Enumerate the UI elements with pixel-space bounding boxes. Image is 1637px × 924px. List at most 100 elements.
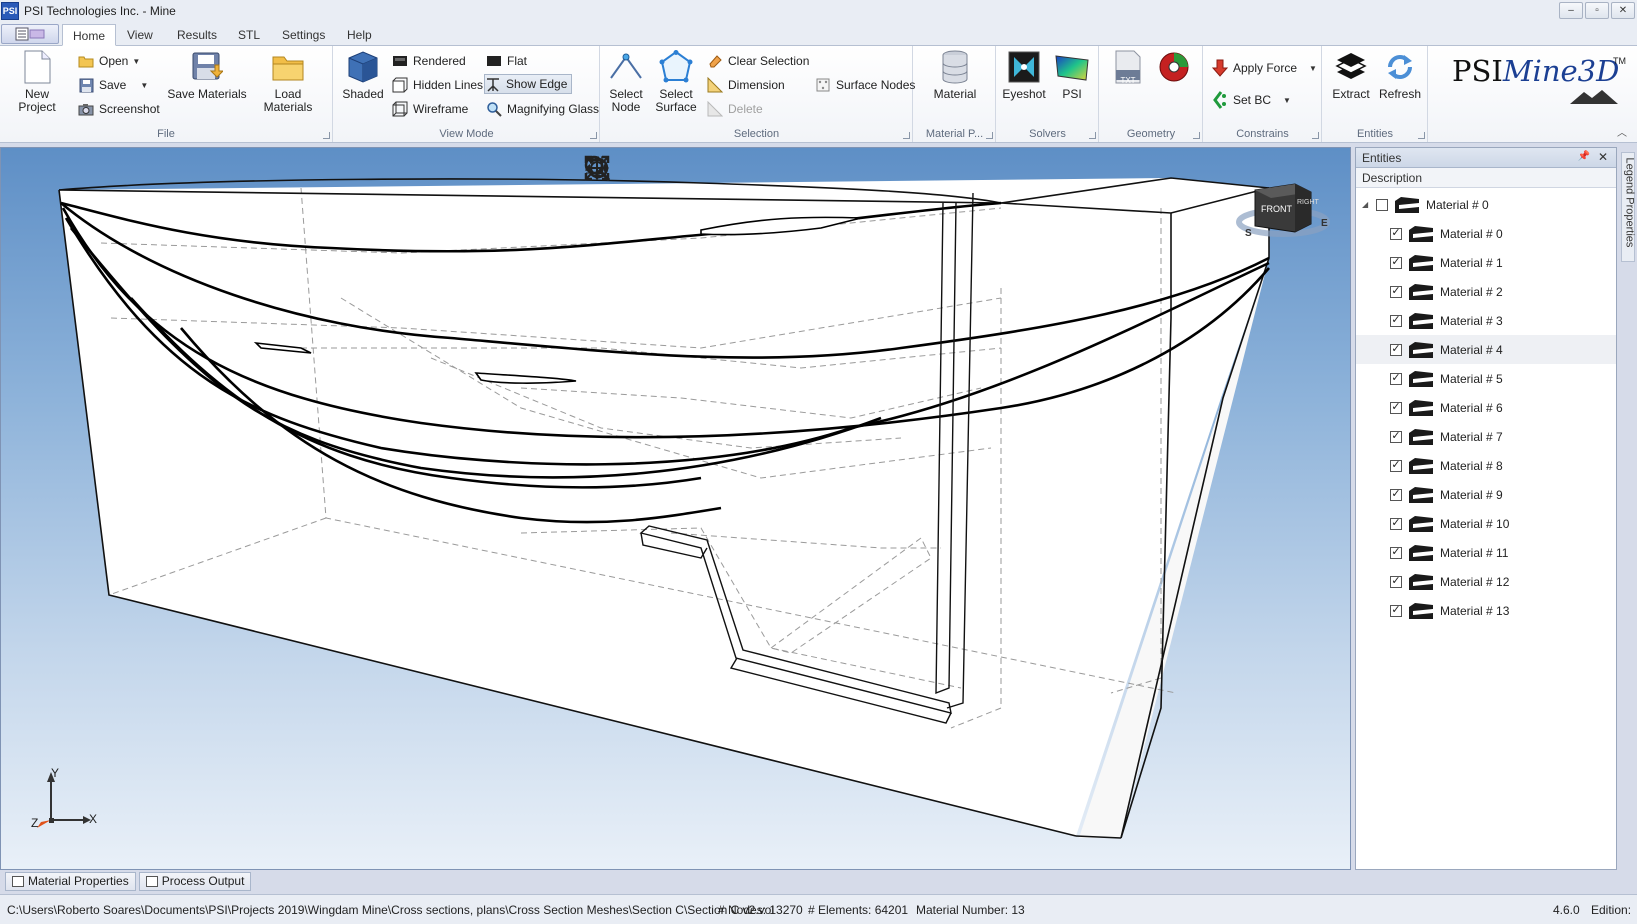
- zoom-fit-icon[interactable]: [584, 154, 765, 184]
- material-visibility-checkbox[interactable]: ✓: [1390, 372, 1402, 385]
- material-visibility-checkbox[interactable]: ✓: [1390, 459, 1402, 472]
- material-visibility-checkbox[interactable]: ✓: [1390, 343, 1402, 356]
- material-visibility-checkbox[interactable]: ✓: [1390, 227, 1402, 240]
- geometry-tool-button[interactable]: [1156, 50, 1192, 88]
- view-cube[interactable]: FRONT RIGHT S E: [1233, 178, 1333, 248]
- minimize-button[interactable]: –: [1559, 2, 1583, 19]
- material-list-item[interactable]: ✓ Material # 8: [1356, 451, 1616, 480]
- eyeshot-button[interactable]: Eyeshot: [1001, 50, 1047, 101]
- material-button[interactable]: Material: [930, 50, 980, 101]
- txt-import-button[interactable]: TXT: [1110, 50, 1146, 88]
- tab-material-properties[interactable]: Material Properties: [5, 872, 136, 891]
- material-list-item[interactable]: ✓ Material # 11: [1356, 538, 1616, 567]
- select-node-button[interactable]: Select Node: [605, 50, 647, 114]
- tab-home[interactable]: Home: [62, 24, 117, 46]
- folder-icon: [271, 50, 305, 84]
- open-button[interactable]: Open ▼: [78, 51, 140, 71]
- select-node-icon: [609, 50, 643, 84]
- tree-root-material-0[interactable]: ◢ Material # 0: [1356, 190, 1616, 219]
- new-project-button[interactable]: New Project: [6, 50, 68, 114]
- material-list-item[interactable]: ✓ Material # 5: [1356, 364, 1616, 393]
- material-visibility-checkbox[interactable]: ✓: [1390, 517, 1402, 530]
- refresh-button[interactable]: Refresh: [1377, 50, 1423, 101]
- view-cube-front-label[interactable]: FRONT: [1261, 204, 1292, 214]
- close-icon[interactable]: ✕: [1598, 150, 1608, 164]
- material-visibility-checkbox[interactable]: ✓: [1390, 256, 1402, 269]
- delete-button[interactable]: Delete: [707, 99, 763, 119]
- show-edge-button[interactable]: Show Edge: [484, 74, 573, 94]
- select-surface-button[interactable]: Select Surface: [653, 50, 699, 114]
- tab-stl[interactable]: STL: [228, 24, 270, 46]
- view-cube-right-label[interactable]: RIGHT: [1297, 199, 1319, 206]
- group-dialog-launcher-icon[interactable]: [323, 132, 330, 139]
- material-visibility-checkbox[interactable]: ✓: [1390, 546, 1402, 559]
- tab-process-output[interactable]: Process Output: [138, 872, 252, 891]
- material-visibility-checkbox[interactable]: ✓: [1390, 575, 1402, 588]
- material-list-item[interactable]: ✓ Material # 4: [1356, 335, 1616, 364]
- wireframe-button[interactable]: Wireframe: [392, 99, 468, 119]
- material-list-item[interactable]: ✓ Material # 1: [1356, 248, 1616, 277]
- collapse-ribbon-icon[interactable]: ︿: [1617, 124, 1627, 139]
- group-dialog-launcher-icon[interactable]: [1193, 132, 1200, 139]
- save-materials-button[interactable]: Save Materials: [166, 50, 248, 101]
- extract-label: Extract: [1332, 87, 1370, 101]
- legend-properties-side-tab[interactable]: Legend Properties: [1621, 152, 1636, 262]
- tab-view[interactable]: View: [117, 24, 163, 46]
- group-dialog-launcher-icon[interactable]: [590, 132, 597, 139]
- pin-icon[interactable]: 📌: [1578, 151, 1590, 162]
- magnifying-glass-button[interactable]: Magnifying Glass: [486, 99, 599, 119]
- material-list-item[interactable]: ✓ Material # 12: [1356, 567, 1616, 596]
- material-list-item[interactable]: ✓ Material # 2: [1356, 277, 1616, 306]
- flat-button[interactable]: Flat: [486, 51, 527, 71]
- material-list-item[interactable]: ✓ Material # 10: [1356, 509, 1616, 538]
- group-dialog-launcher-icon[interactable]: [1312, 132, 1319, 139]
- close-button[interactable]: ✕: [1611, 2, 1635, 19]
- maximize-button[interactable]: ▫: [1585, 2, 1609, 19]
- group-dialog-launcher-icon[interactable]: [1418, 132, 1425, 139]
- material-visibility-checkbox[interactable]: ✓: [1390, 430, 1402, 443]
- group-dialog-launcher-icon[interactable]: [1089, 132, 1096, 139]
- screenshot-button[interactable]: Screenshot: [78, 99, 160, 119]
- material-list-item[interactable]: ✓ Material # 7: [1356, 422, 1616, 451]
- psi-solver-button[interactable]: PSI: [1051, 50, 1093, 101]
- material-list-item[interactable]: ✓ Material # 0: [1356, 219, 1616, 248]
- app-icon[interactable]: PSI: [1, 2, 19, 20]
- eraser-icon: [707, 53, 723, 69]
- clear-selection-button[interactable]: Clear Selection: [707, 51, 809, 71]
- application-menu-button[interactable]: [1, 24, 59, 44]
- set-bc-button[interactable]: Set BC ▼: [1212, 90, 1291, 110]
- hidden-lines-button[interactable]: Hidden Lines: [392, 75, 483, 95]
- apply-force-button[interactable]: Apply Force ▼: [1212, 58, 1317, 78]
- tab-settings[interactable]: Settings: [272, 24, 335, 46]
- group-label-selection: Selection: [733, 128, 780, 140]
- tree-checkbox[interactable]: [1376, 198, 1388, 211]
- rendered-button[interactable]: Rendered: [392, 51, 466, 71]
- group-dialog-launcher-icon[interactable]: [986, 132, 993, 139]
- save-button[interactable]: Save ▼: [78, 75, 148, 95]
- rotate-icon[interactable]: [587, 154, 727, 184]
- material-visibility-checkbox[interactable]: ✓: [1390, 604, 1402, 617]
- material-list-item[interactable]: ✓ Material # 13: [1356, 596, 1616, 625]
- material-list-item[interactable]: ✓ Material # 6: [1356, 393, 1616, 422]
- load-materials-button[interactable]: Load Materials: [250, 50, 326, 114]
- material-layer-icon: [1409, 254, 1433, 271]
- tab-help[interactable]: Help: [337, 24, 382, 46]
- pan-icon[interactable]: [585, 154, 689, 184]
- material-visibility-checkbox[interactable]: ✓: [1390, 488, 1402, 501]
- material-list-item[interactable]: ✓ Material # 9: [1356, 480, 1616, 509]
- material-visibility-checkbox[interactable]: ✓: [1390, 314, 1402, 327]
- shaded-button[interactable]: Shaded: [338, 50, 388, 101]
- extract-button[interactable]: Extract: [1329, 50, 1373, 101]
- material-list-item[interactable]: ✓ Material # 3: [1356, 306, 1616, 335]
- expand-collapse-icon[interactable]: ◢: [1362, 200, 1372, 209]
- surface-nodes-button[interactable]: Surface Nodes: [815, 75, 915, 95]
- material-visibility-checkbox[interactable]: ✓: [1390, 285, 1402, 298]
- 3d-viewport[interactable]: FRONT RIGHT S E Y X Z: [0, 147, 1351, 870]
- tab-results[interactable]: Results: [167, 24, 227, 46]
- group-dialog-launcher-icon[interactable]: [903, 132, 910, 139]
- description-column-header[interactable]: Description: [1356, 168, 1616, 188]
- zoom-icon[interactable]: [584, 154, 651, 184]
- dimension-button[interactable]: Dimension: [707, 75, 785, 95]
- eyeshot-label: Eyeshot: [1002, 87, 1046, 101]
- material-visibility-checkbox[interactable]: ✓: [1390, 401, 1402, 414]
